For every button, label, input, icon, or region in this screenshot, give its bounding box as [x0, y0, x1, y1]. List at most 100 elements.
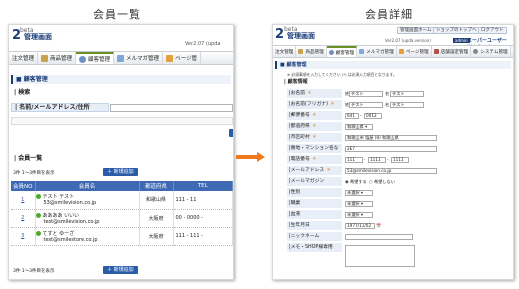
required-mark: ＊ — [329, 102, 335, 107]
calendar-icon: 📅 — [376, 223, 382, 228]
table-header-row: 会員NO 会員名 都道府県 TEL — [11, 181, 233, 191]
section-title: ■ 顧客管理 — [275, 61, 511, 69]
tab-mailmagazine[interactable]: メルマガ管理 — [357, 46, 397, 57]
required-mark: ＊ — [311, 135, 317, 140]
text-input[interactable]: 2E7 — [345, 146, 437, 152]
select-field[interactable]: 未選択 ▾ — [345, 201, 373, 207]
mail-icon — [117, 54, 125, 62]
caption-member-detail: 会員詳細 — [365, 8, 413, 21]
logo-number: 2 — [275, 27, 285, 42]
logo-beta: beta — [20, 27, 34, 34]
select-field[interactable]: 未選択 ▾ — [345, 212, 373, 218]
member-id-link[interactable]: 3 — [11, 227, 36, 246]
list-heading: | 会員一覧 — [11, 155, 111, 164]
field-label: |都道府県＊ — [287, 122, 342, 132]
status-dot-icon — [35, 194, 41, 200]
member-table: 会員NO 会員名 都道府県 TEL 1 テスト テスト 53@smilevisio… — [11, 181, 233, 246]
col-prefecture[interactable]: 都道府県 — [139, 181, 174, 191]
tel-dash: - — [364, 157, 366, 162]
zip-second-input[interactable]: 0012 — [364, 113, 382, 119]
first-name-input[interactable]: テスト — [390, 91, 424, 97]
last-name-input[interactable]: テスト — [349, 91, 383, 97]
field-label: |生年月日 — [287, 221, 342, 231]
field-label: |市区町村＊ — [287, 133, 342, 143]
zip-dash: - — [360, 113, 362, 118]
col-member-name[interactable]: 会員名 — [35, 181, 140, 191]
tab-customers[interactable]: 顧客管理 — [76, 52, 115, 64]
nickname-input[interactable] — [345, 234, 413, 240]
new-member-button-bottom[interactable]: ＋ 新規追加 — [103, 266, 138, 274]
field-label: |お名前(フリガナ) ＊ — [287, 100, 342, 110]
tab-customers[interactable]: 顧客管理 — [326, 46, 358, 57]
first-name-input[interactable]: テスト — [390, 102, 424, 108]
field-label: |郵便番号＊ — [287, 111, 342, 121]
member-tel-cell: 111 - 111 - — [173, 227, 233, 246]
mail-icon — [359, 49, 365, 54]
arrow-icon — [236, 152, 266, 162]
field-label: |性別 — [287, 188, 342, 198]
mailmag-yes-radio: ◉ 希望する — [345, 179, 367, 184]
member-name-cell: ああああ いいい test@smilevision.co.jp — [35, 209, 140, 228]
tab-system[interactable]: システム管理 — [471, 46, 511, 57]
field-label: |メールマガジン — [287, 177, 342, 187]
member-pref-cell: 大阪府 — [139, 227, 174, 246]
tab-shop-settings[interactable]: 店舗設定管理 — [432, 46, 472, 57]
new-member-button[interactable]: ＋ 新規追加 — [103, 168, 138, 176]
search-extra-row — [11, 117, 233, 125]
last-name-input[interactable]: テスト — [349, 102, 383, 108]
logo: 2 beta 管理画面 — [275, 26, 315, 42]
logo: 2 beta 管理画面 — [12, 27, 52, 42]
zip-first-input[interactable]: 641 — [345, 113, 359, 119]
table-row: 1 テスト テスト 53@smilevision.co.jp 和歌山県 111 -… — [11, 191, 233, 210]
text-input[interactable]: 53@smilevision.co.jp — [345, 168, 437, 174]
text-input[interactable]: 和歌山市 塩屋 (8) 和歌山県 — [345, 135, 437, 141]
field-label: |メモ・SHOP様専用 — [287, 243, 342, 253]
required-mark: ＊ — [311, 157, 317, 162]
birthday-input[interactable]: 1977/11/02 — [345, 223, 375, 229]
tel-input[interactable]: 111 — [345, 157, 363, 163]
search-input[interactable] — [110, 104, 233, 112]
member-id-link[interactable]: 1 — [11, 191, 36, 210]
memo-textarea[interactable] — [345, 245, 415, 267]
tel-input[interactable]: 1111 — [391, 157, 409, 163]
col-tel[interactable]: TEL — [173, 181, 233, 191]
search-button[interactable] — [229, 129, 233, 137]
member-id-link[interactable]: 2 — [11, 209, 36, 228]
member-tel-cell: 00 - 0000 - — [173, 209, 233, 228]
select-field[interactable]: 未選択 ▾ — [345, 190, 373, 196]
result-count: 3件 1～3件目を表示 — [13, 171, 55, 176]
name-prefix-label: 名 — [385, 102, 390, 107]
select-field[interactable]: 和歌山県 ▾ — [345, 124, 373, 130]
search-field-label: | 名前/メールアドレス/住所 — [11, 103, 109, 112]
tab-orders[interactable]: 注文管理 — [9, 52, 39, 64]
field-label: |血液 — [287, 210, 342, 220]
caption-member-list: 会員一覧 — [93, 8, 141, 21]
main-nav: 注文管理 商品管理 顧客管理 メルマガ管理 ページ管 — [9, 51, 233, 65]
field-label: |お名前＊ — [287, 89, 342, 99]
tab-pages[interactable]: ページ管理 — [397, 46, 432, 57]
member-pref-cell: 大阪府 — [139, 209, 174, 228]
logout-button[interactable]: ログアウト — [478, 27, 507, 34]
version-text: Ver2.07 (upda.version) — [385, 38, 431, 43]
required-mark: ＊ — [311, 124, 317, 129]
tab-orders[interactable]: 注文管理 — [273, 46, 297, 57]
member-name-cell: テスト テスト 53@smilevision.co.jp — [35, 191, 140, 210]
shop-icon — [433, 49, 439, 54]
tel-input[interactable]: 1111 — [368, 157, 386, 163]
section-title: ■ 顧客管理 — [11, 75, 231, 84]
tab-products[interactable]: 商品管理 — [296, 46, 327, 57]
mailmag-no-radio: ○ 希望しない — [369, 179, 395, 184]
col-member-no[interactable]: 会員NO — [11, 181, 36, 191]
field-label: |ニックネーム — [287, 232, 342, 242]
member-name-cell: てすと ゆーざ test@smilestore.co.jp — [35, 227, 140, 246]
required-mark: ＊ — [311, 113, 317, 118]
admin-home-button[interactable]: 管理画面ホーム — [397, 27, 435, 34]
table-row: 3 てすと ゆーざ test@smilestore.co.jp 大阪府 111 -… — [11, 227, 233, 246]
tab-pages[interactable]: ページ管 — [163, 52, 201, 64]
shop-top-button[interactable]: ショップのトップへ — [433, 27, 480, 34]
version-text: Ver2.07 (upda — [185, 41, 221, 47]
main-nav: 注文管理 商品管理 顧客管理 メルマガ管理 ページ管理 店舗設定管理 システム管… — [273, 45, 513, 58]
tab-products[interactable]: 商品管理 — [38, 52, 77, 64]
tab-mailmagazine[interactable]: メルマガ管理 — [114, 52, 164, 64]
member-detail-screenshot: 2 beta 管理画面 管理画面ホーム ショップのトップへ ログアウト Ver2… — [272, 24, 514, 280]
